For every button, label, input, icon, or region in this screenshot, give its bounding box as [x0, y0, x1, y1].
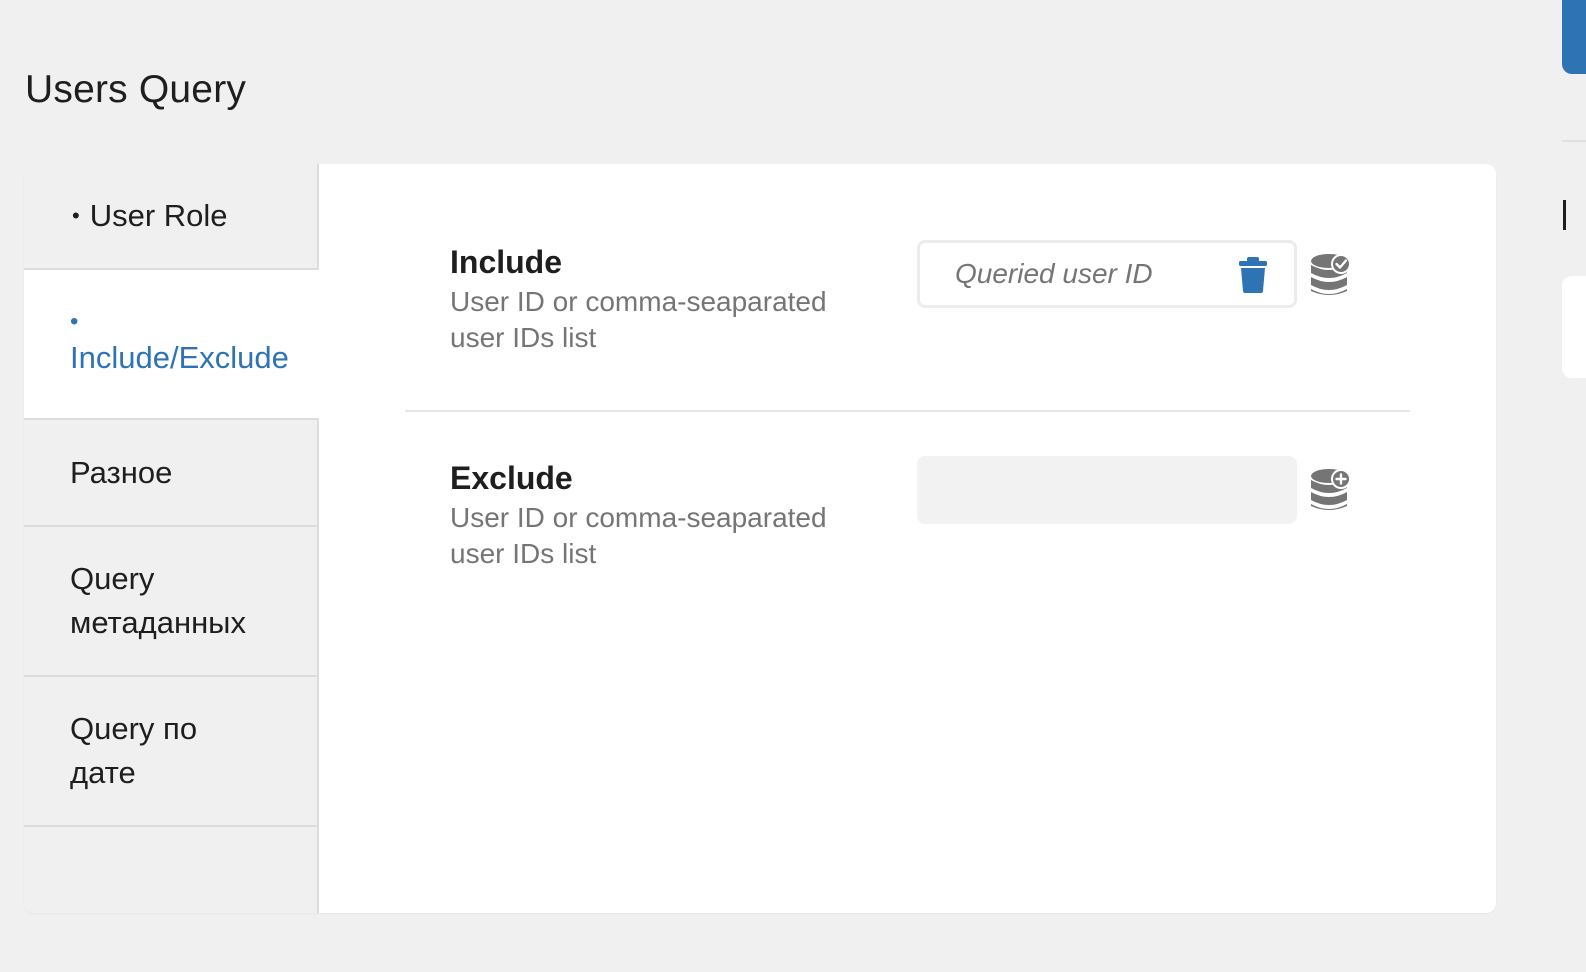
include-label: Include	[450, 244, 563, 280]
right-edge-card	[1562, 276, 1586, 378]
right-edge-button[interactable]	[1562, 0, 1586, 74]
tab-label: User Role	[89, 198, 228, 233]
tab-bullet: •	[72, 203, 80, 228]
tab-content: Include User ID or comma-seaparated user…	[317, 164, 1496, 913]
trash-icon[interactable]	[1238, 257, 1268, 293]
include-placeholder: Queried user ID	[955, 258, 1153, 289]
right-edge-text-fragment	[1563, 200, 1566, 230]
exclude-input[interactable]	[917, 456, 1297, 524]
exclude-field: Exclude User ID or comma-seaparated user…	[450, 458, 870, 572]
tab-label: Include/Exclude	[70, 340, 289, 375]
include-description: User ID or comma-seaparated user IDs lis…	[450, 286, 827, 353]
database-check-icon[interactable]	[1310, 252, 1352, 298]
tab-bullet: •	[70, 308, 79, 335]
tab-label: Разное	[70, 454, 173, 490]
tab-date-query[interactable]: Query по дате	[24, 677, 317, 827]
tab-include-exclude[interactable]: • Include/Exclude	[24, 270, 319, 420]
exclude-label: Exclude	[450, 460, 573, 496]
tab-user-role[interactable]: • User Role	[24, 164, 317, 270]
query-panel: • User Role • Include/Exclude Разное Que…	[24, 164, 1496, 913]
page-title: Users Query	[25, 68, 247, 111]
tab-misc[interactable]: Разное	[24, 420, 317, 527]
tab-label: Query по дате	[70, 711, 198, 790]
field-divider	[405, 410, 1410, 412]
right-edge-divider	[1562, 140, 1586, 142]
include-input[interactable]: Queried user ID	[917, 240, 1297, 308]
exclude-description: User ID or comma-seaparated user IDs lis…	[450, 502, 827, 569]
tabs-sidebar: • User Role • Include/Exclude Разное Que…	[24, 164, 319, 913]
include-field: Include User ID or comma-seaparated user…	[450, 242, 870, 356]
tab-label: Query метаданных	[70, 561, 246, 640]
database-plus-icon[interactable]	[1310, 467, 1352, 513]
tab-meta-query[interactable]: Query метаданных	[24, 527, 317, 677]
